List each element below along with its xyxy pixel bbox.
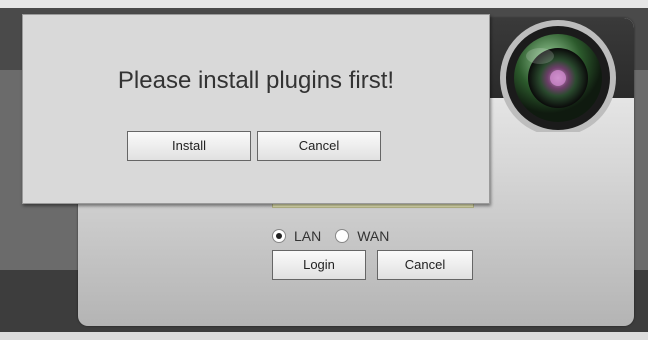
radio-wan-label: WAN [357,228,390,244]
login-button[interactable]: Login [272,250,366,280]
install-plugins-dialog: Please install plugins first! Install Ca… [22,14,490,204]
radio-wan[interactable] [335,229,350,243]
camera-lens-icon [500,20,616,132]
dialog-message: Please install plugins first! [117,67,395,94]
network-type-group: LAN WAN [272,226,403,246]
radio-lan[interactable] [272,229,286,243]
install-button[interactable]: Install [127,131,251,161]
dialog-cancel-button[interactable]: Cancel [257,131,381,161]
radio-lan-label: LAN [294,228,322,244]
login-cancel-button[interactable]: Cancel [377,250,473,280]
